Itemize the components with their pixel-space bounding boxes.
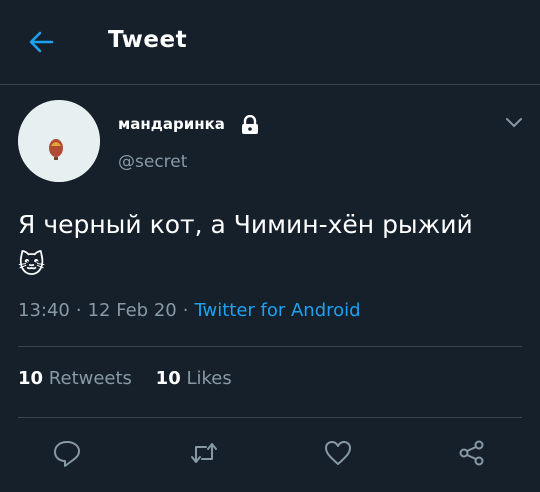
share-icon[interactable] [457,438,487,468]
retweets-label: Retweets [48,368,132,389]
divider [18,417,522,418]
retweets-stat[interactable]: 10 Retweets [18,368,132,389]
tweet-time: 13:40 [18,300,70,321]
likes-stat[interactable]: 10 Likes [156,368,232,389]
likes-count: 10 [155,368,181,389]
separator-dot: · [182,300,189,321]
retweet-icon[interactable] [189,438,219,468]
tweet-date: 12 Feb 20 [87,300,177,321]
action-bar [0,430,540,480]
top-bar: Tweet [0,0,540,84]
tweet-text: Я черный кот, а Чимин-хён рыжий 🐱 [18,205,518,285]
arrow-left-icon[interactable] [26,27,56,57]
tweet-stats: 10 Retweets 10 Likes [18,368,250,389]
avatar[interactable] [18,100,100,182]
retweets-count: 10 [18,368,44,389]
tweet-source-link[interactable]: Twitter for Android [194,300,360,321]
like-icon[interactable] [323,438,353,468]
reply-icon[interactable] [52,438,82,468]
tweet-body: Я черный кот, а Чимин-хён рыжий [18,210,473,239]
separator-dot: · [75,300,82,321]
chevron-down-icon[interactable] [504,113,524,133]
hot-air-balloon-icon [18,100,100,182]
tweet-meta: 13:40 · 12 Feb 20 · Twitter for Android [18,300,361,321]
user-handle[interactable]: @secret [118,152,187,172]
divider [0,84,540,85]
likes-label: Likes [186,368,232,389]
lock-icon [242,115,258,134]
divider [18,346,522,347]
cat-face-icon: 🐱 [18,250,46,280]
user-name[interactable]: мандаринка [118,115,225,133]
page-title: Tweet [108,27,188,53]
